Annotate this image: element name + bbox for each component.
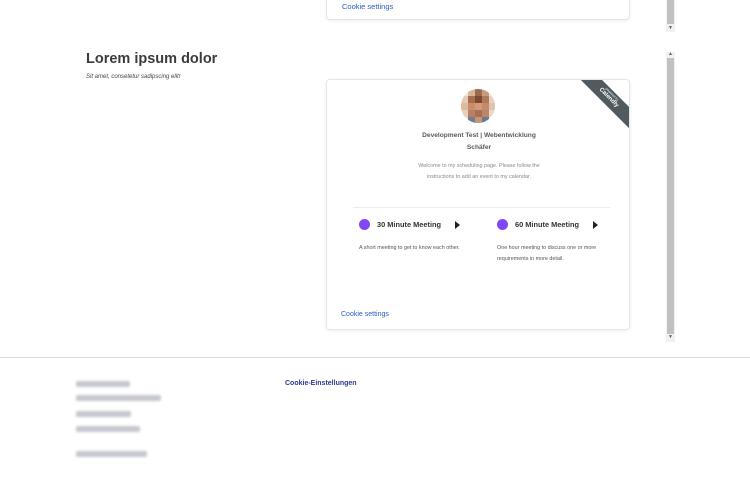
scroll-down-arrow-icon[interactable]: ▼ [668, 26, 673, 31]
scrollbar-thumb[interactable] [667, 58, 674, 334]
event-description: A short meeting to get to know each othe… [359, 245, 460, 251]
event-name[interactable]: 30 Minute Meeting [377, 220, 441, 229]
event-color-dot-icon [497, 219, 508, 230]
scrollbar-thumb[interactable] [667, 0, 674, 24]
top-booking-widget: Cookie settings [326, 0, 630, 20]
top-cookie-settings-link[interactable]: Cookie settings [342, 2, 393, 11]
footer-cookie-settings-link[interactable]: Cookie-Einstellungen [285, 380, 357, 387]
scroll-down-arrow-icon[interactable]: ▼ [668, 335, 673, 340]
footer-blurred-link[interactable] [76, 451, 147, 457]
event-name[interactable]: 60 Minute Meeting [515, 220, 579, 229]
host-name-line2: Schäfer [466, 144, 492, 151]
footer-blurred-text [76, 411, 131, 417]
event-type-30min[interactable]: 30 Minute Meeting A short meeting to get… [355, 218, 475, 251]
host-name-line1: Development Test | Webentwicklung [422, 132, 536, 139]
footer-blurred-text [76, 395, 161, 401]
cookie-settings-link[interactable]: Cookie settings [341, 311, 389, 318]
section-subtitle: Sit amet, consetetur sadipscing elitr [86, 74, 181, 80]
event-color-dot-icon [359, 219, 370, 230]
play-arrow-icon[interactable] [455, 221, 460, 229]
widget-scrollbar[interactable]: ▲ ▼ [666, 52, 675, 342]
top-widget-scrollbar[interactable]: ▼ [666, 0, 675, 32]
powered-by-ribbon[interactable]: powered by Calendly [581, 80, 629, 128]
footer-blurred-text [76, 381, 130, 387]
ribbon-small-text: powered by [604, 86, 620, 102]
event-description: One hour meeting to discuss one or more … [497, 245, 597, 262]
divider [353, 207, 610, 208]
scroll-up-arrow-icon[interactable]: ▲ [668, 52, 673, 57]
host-avatar [461, 89, 495, 123]
section-title: Lorem ipsum dolor [86, 51, 218, 67]
scheduling-widget: powered by Calendly Development Test | W… [326, 79, 630, 330]
play-arrow-icon[interactable] [593, 221, 598, 229]
footer-divider [0, 357, 750, 358]
event-type-60min[interactable]: 60 Minute Meeting One hour meeting to di… [493, 218, 613, 262]
welcome-message: Welcome to my scheduling page. Please fo… [418, 163, 540, 180]
host-name: Development Test | Webentwicklung Schäfe… [327, 130, 629, 154]
footer-blurred-text [76, 426, 140, 432]
